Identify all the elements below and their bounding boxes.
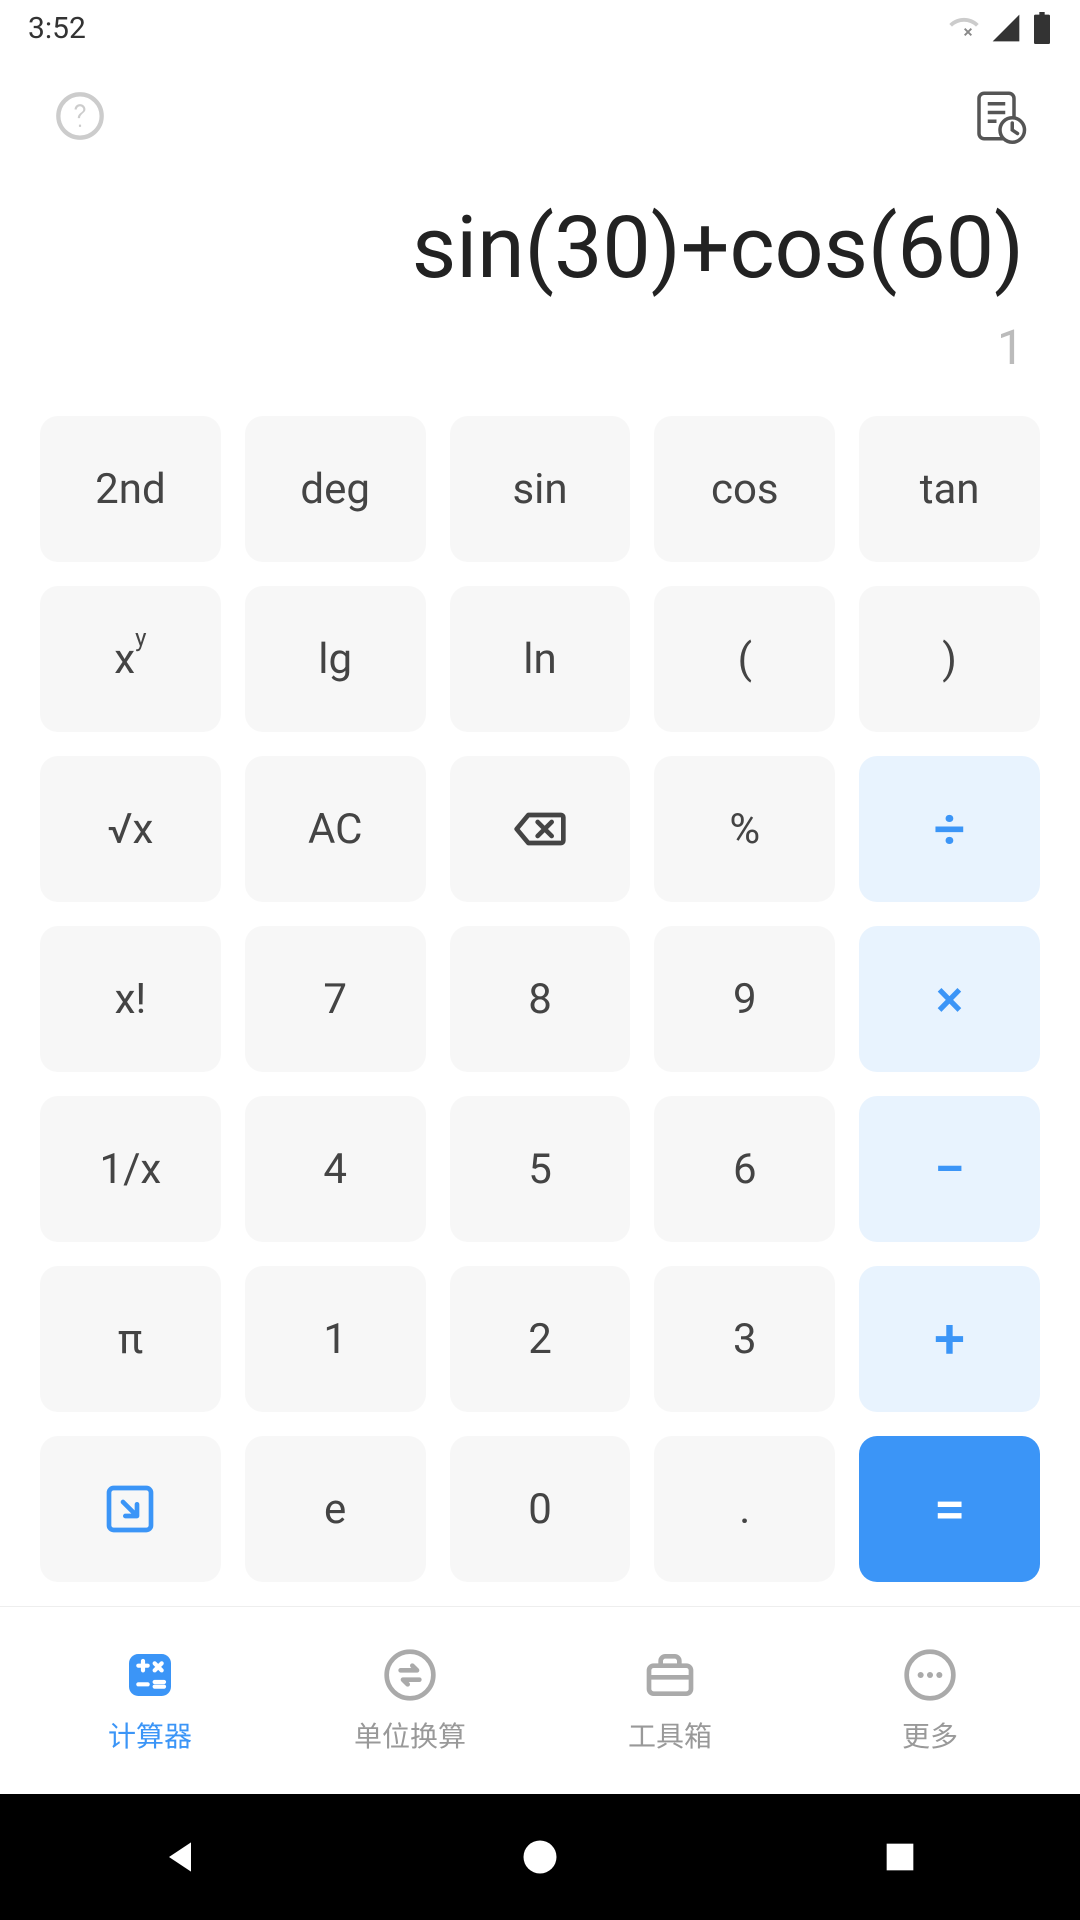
nav-calculator-label: 计算器 bbox=[108, 1715, 192, 1755]
key-deg[interactable]: deg bbox=[245, 416, 426, 562]
android-home-button[interactable] bbox=[510, 1827, 570, 1887]
key-sqrt[interactable]: √x bbox=[40, 756, 221, 902]
key-equals[interactable]: = bbox=[859, 1436, 1040, 1582]
nav-calculator[interactable]: 计算器 bbox=[60, 1647, 240, 1755]
key-dot[interactable]: . bbox=[654, 1436, 835, 1582]
square-recent-icon bbox=[880, 1837, 920, 1877]
nav-more[interactable]: 更多 bbox=[840, 1647, 1020, 1755]
status-bar: 3:52 bbox=[0, 0, 1080, 56]
bottom-nav: 计算器 单位换算 工具箱 更多 bbox=[0, 1606, 1080, 1794]
key-9[interactable]: 9 bbox=[654, 926, 835, 1072]
key-4[interactable]: 4 bbox=[245, 1096, 426, 1242]
key-e[interactable]: e bbox=[245, 1436, 426, 1582]
nav-unit-label: 单位换算 bbox=[354, 1715, 466, 1755]
collapse-icon bbox=[102, 1481, 158, 1537]
nav-toolbox[interactable]: 工具箱 bbox=[580, 1647, 760, 1755]
nav-more-label: 更多 bbox=[902, 1715, 958, 1755]
key-8[interactable]: 8 bbox=[450, 926, 631, 1072]
nav-toolbox-label: 工具箱 bbox=[628, 1715, 712, 1755]
triangle-back-icon bbox=[158, 1835, 202, 1879]
history-icon bbox=[972, 82, 1028, 150]
status-time: 3:52 bbox=[28, 11, 86, 46]
key-divide[interactable]: ÷ bbox=[859, 756, 1040, 902]
backspace-icon bbox=[512, 801, 568, 857]
key-collapse[interactable] bbox=[40, 1436, 221, 1582]
key-2nd[interactable]: 2nd bbox=[40, 416, 221, 562]
key-2[interactable]: 2 bbox=[450, 1266, 631, 1412]
convert-icon bbox=[382, 1647, 438, 1703]
history-button[interactable] bbox=[972, 88, 1028, 144]
key-cos[interactable]: cos bbox=[654, 416, 835, 562]
display: sin(30)+cos(60) 1 bbox=[0, 176, 1080, 376]
key-tan[interactable]: tan bbox=[859, 416, 1040, 562]
calculator-icon bbox=[122, 1647, 178, 1703]
key-add[interactable]: + bbox=[859, 1266, 1040, 1412]
circle-home-icon bbox=[518, 1835, 562, 1879]
key-sin[interactable]: sin bbox=[450, 416, 631, 562]
result-display: 1 bbox=[56, 319, 1024, 376]
toolbox-icon bbox=[642, 1647, 698, 1703]
key-rparen[interactable]: ) bbox=[859, 586, 1040, 732]
status-icons bbox=[948, 12, 1052, 44]
key-7[interactable]: 7 bbox=[245, 926, 426, 1072]
battery-icon bbox=[1032, 12, 1052, 44]
key-1[interactable]: 1 bbox=[245, 1266, 426, 1412]
key-lg[interactable]: lg bbox=[245, 586, 426, 732]
keypad: 2nd deg sin cos tan xy lg ln ( ) √x AC %… bbox=[0, 416, 1080, 1606]
key-ln[interactable]: ln bbox=[450, 586, 631, 732]
android-recent-button[interactable] bbox=[870, 1827, 930, 1887]
key-0[interactable]: 0 bbox=[450, 1436, 631, 1582]
expression-display[interactable]: sin(30)+cos(60) bbox=[56, 196, 1024, 299]
more-icon bbox=[902, 1647, 958, 1703]
key-subtract[interactable]: − bbox=[859, 1096, 1040, 1242]
help-icon bbox=[54, 90, 106, 142]
help-button[interactable] bbox=[52, 88, 108, 144]
signal-icon bbox=[990, 12, 1022, 44]
key-factorial[interactable]: x! bbox=[40, 926, 221, 1072]
key-6[interactable]: 6 bbox=[654, 1096, 835, 1242]
key-power[interactable]: xy bbox=[40, 586, 221, 732]
key-ac[interactable]: AC bbox=[245, 756, 426, 902]
nav-unit[interactable]: 单位换算 bbox=[320, 1647, 500, 1755]
android-nav-bar bbox=[0, 1794, 1080, 1920]
key-lparen[interactable]: ( bbox=[654, 586, 835, 732]
key-pi[interactable]: π bbox=[40, 1266, 221, 1412]
wifi-off-icon bbox=[948, 12, 980, 44]
key-3[interactable]: 3 bbox=[654, 1266, 835, 1412]
header bbox=[0, 56, 1080, 176]
key-backspace[interactable] bbox=[450, 756, 631, 902]
key-percent[interactable]: % bbox=[654, 756, 835, 902]
key-5[interactable]: 5 bbox=[450, 1096, 631, 1242]
key-reciprocal[interactable]: 1/x bbox=[40, 1096, 221, 1242]
key-multiply[interactable]: × bbox=[859, 926, 1040, 1072]
android-back-button[interactable] bbox=[150, 1827, 210, 1887]
